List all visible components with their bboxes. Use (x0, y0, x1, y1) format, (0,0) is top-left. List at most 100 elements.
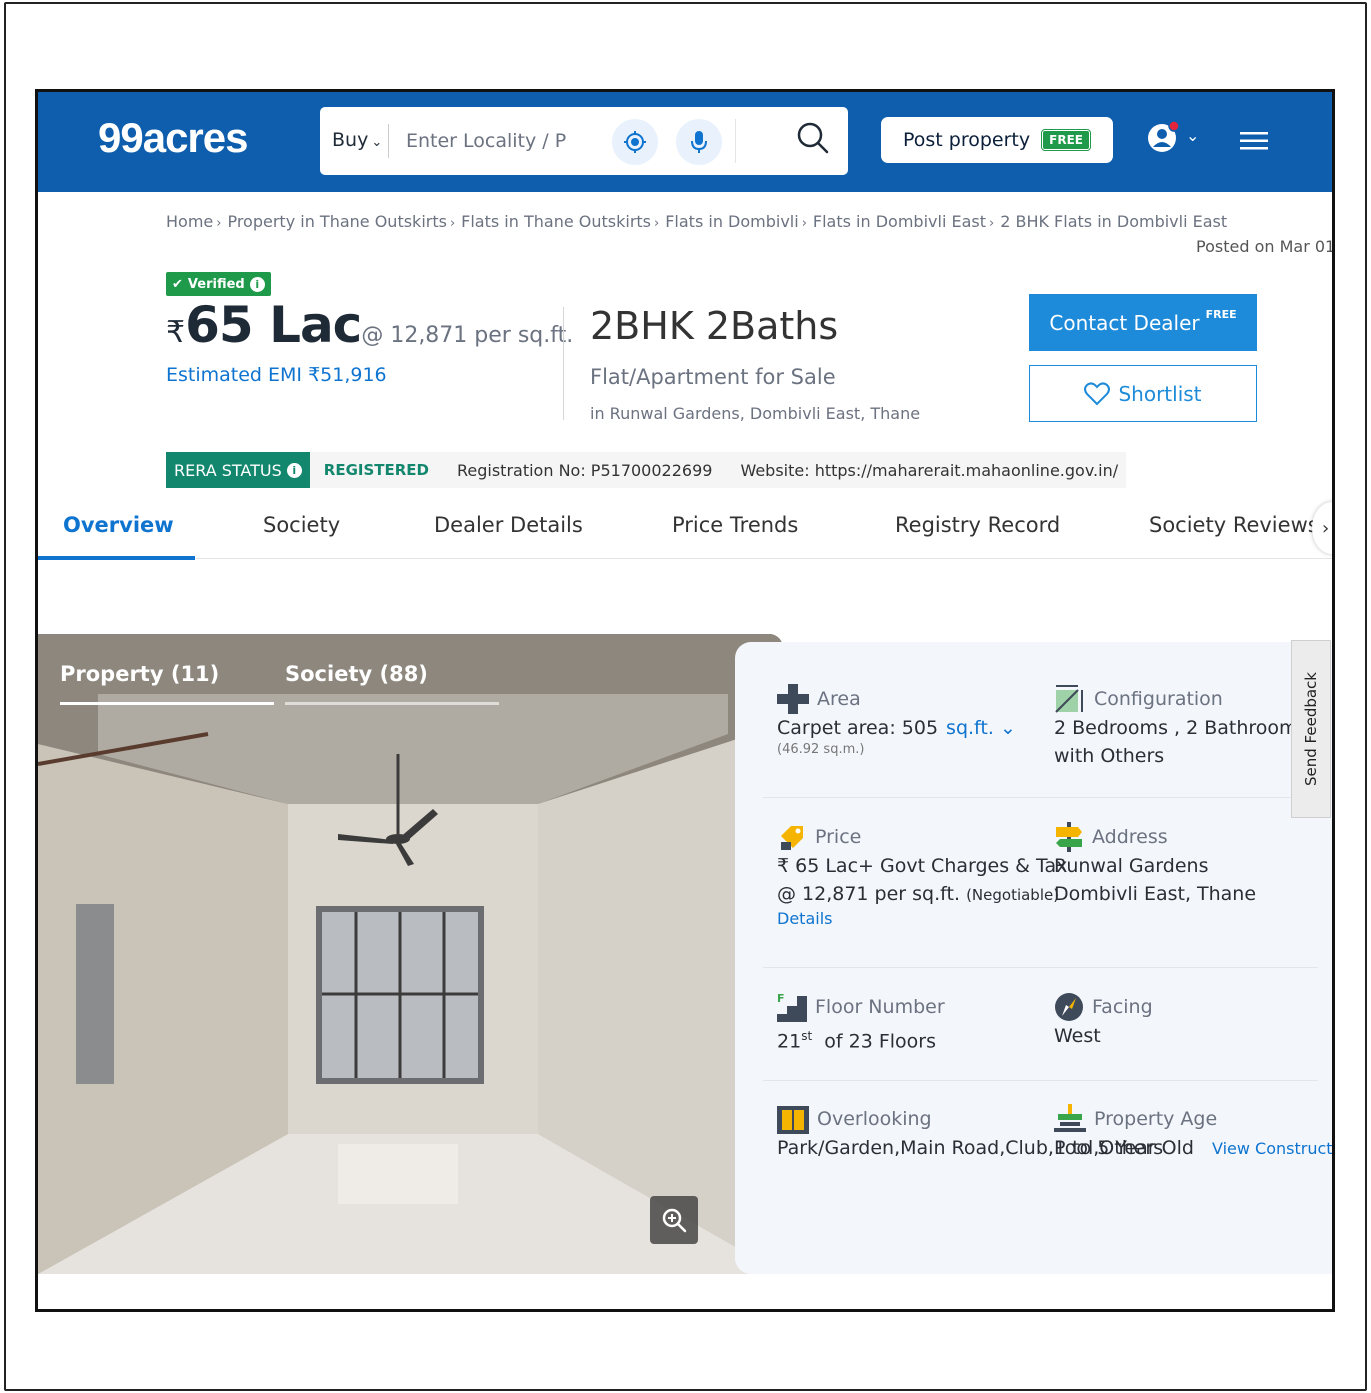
floor-value: 21st of 23 Floors (777, 1022, 945, 1055)
property-age-value: 1 to 5 Year Old View Construction (1054, 1134, 1332, 1163)
divider (388, 124, 389, 158)
signpost-icon (1056, 822, 1082, 852)
breadcrumb-flats-dombivli-east[interactable]: Flats in Dombivli East (813, 212, 986, 231)
active-tab-indicator (38, 556, 195, 560)
site-logo[interactable]: 99acres (98, 114, 248, 162)
breadcrumb-flats-thane-outskirts[interactable]: Flats in Thane Outskirts (461, 212, 651, 231)
unit-label: sq.ft. (946, 717, 994, 739)
rupee-symbol: ₹ (166, 315, 186, 350)
address-line1: Runwal Gardens (1054, 855, 1209, 877)
negotiable-note: (Negotiable) (966, 886, 1060, 904)
address-label-text: Address (1092, 826, 1168, 848)
info-icon[interactable]: i (249, 276, 265, 292)
listing-location: in Runwal Gardens, Dombivli East, Thane (590, 404, 921, 423)
price-label: Price (777, 822, 1067, 852)
address-line2: Dombivli East, Thane (1054, 883, 1257, 905)
unit-selector[interactable]: sq.ft. ⌄ (946, 717, 1016, 739)
buy-dropdown[interactable]: Buy ⌄ (332, 129, 382, 151)
facing-value: West (1054, 1025, 1101, 1047)
floor-label: F Floor Number (777, 992, 945, 1022)
area-icon (777, 684, 809, 714)
send-feedback-label: Send Feedback (1302, 672, 1321, 786)
breadcrumb-property-thane-outskirts[interactable]: Property in Thane Outskirts (227, 212, 447, 231)
view-construction-link[interactable]: View Construction (1212, 1139, 1332, 1158)
breadcrumb-flats-dombivli[interactable]: Flats in Dombivli (665, 212, 798, 231)
listing-title: 2BHK 2Baths (590, 304, 839, 348)
configuration-label: Configuration (1054, 684, 1307, 714)
chevron-down-icon: ⌄ (371, 135, 383, 150)
send-feedback-tab[interactable]: Send Feedback (1291, 640, 1331, 818)
address-label: Address (1054, 822, 1256, 852)
gallery-tab-property[interactable]: Property (11) (60, 662, 219, 686)
area-cell: Area Carpet area: 505 sq.ft. ⌄ (46.92 sq.… (777, 684, 1016, 757)
price-rate: @ 12,871 per sq.ft. (777, 883, 961, 905)
tab-society-reviews[interactable]: Society Reviews (1149, 513, 1319, 537)
tabs-next-button[interactable]: › (1312, 502, 1332, 554)
tab-dealer-details[interactable]: Dealer Details (434, 513, 583, 537)
tab-registry-record[interactable]: Registry Record (895, 513, 1060, 537)
post-property-button[interactable]: Post property FREE (881, 117, 1113, 163)
hamburger-menu-button[interactable] (1240, 130, 1270, 156)
price-line1: ₹ 65 Lac+ Govt Charges & Tax (777, 855, 1068, 877)
chevron-down-icon[interactable]: ⌄ (1186, 126, 1199, 145)
info-icon[interactable]: i (286, 462, 302, 478)
post-property-label: Post property (903, 129, 1031, 151)
locate-me-button[interactable] (612, 119, 658, 165)
price-per-sqft: @ 12,871 per sq.ft. (361, 323, 574, 348)
chevron-down-icon: ⌄ (999, 717, 1016, 739)
gallery-tab-underline (285, 702, 499, 705)
facing-label-text: Facing (1092, 996, 1153, 1018)
verified-badge: ✔ Verified i (166, 272, 271, 296)
breadcrumb-home[interactable]: Home (166, 212, 213, 231)
shortlist-button[interactable]: Shortlist (1029, 365, 1257, 422)
gallery-tab-society[interactable]: Society (88) (285, 662, 428, 686)
rera-website[interactable]: Website: https://maharerait.mahaonline.g… (726, 461, 1132, 480)
heart-icon (1084, 381, 1111, 405)
photo-gallery[interactable]: Property (11) Society (88) (38, 634, 783, 1274)
tab-overview[interactable]: Overview (63, 513, 174, 537)
zoom-button[interactable] (650, 1196, 698, 1244)
voice-search-button[interactable] (676, 119, 722, 165)
rera-bar: RERA STATUS i REGISTERED Registration No… (166, 452, 1126, 488)
listing-type: Flat/Apartment for Sale (590, 365, 836, 389)
floor-total: of 23 Floors (824, 1030, 936, 1053)
search-icon (797, 122, 829, 154)
compass-icon (1055, 993, 1083, 1021)
contact-dealer-label: Contact Dealer (1049, 310, 1200, 335)
facing-label: Facing (1054, 992, 1153, 1022)
shortlist-label: Shortlist (1118, 381, 1202, 406)
property-details-card: Area Carpet area: 505 sq.ft. ⌄ (46.92 sq.… (735, 642, 1332, 1274)
property-age-label: Property Age (1054, 1104, 1332, 1134)
details-row: F Floor Number 21st of 23 Floors Facing … (763, 968, 1318, 1081)
floor-number-icon: F (777, 992, 807, 1022)
tab-price-trends[interactable]: Price Trends (672, 513, 798, 537)
free-superscript: FREE (1205, 308, 1237, 321)
floor-number: 21 (777, 1030, 802, 1053)
active-gallery-tab-indicator (60, 702, 274, 705)
breadcrumb-2bhk-dombivli-east[interactable]: 2 BHK Flats in Dombivli East (1000, 212, 1227, 231)
rera-status-tag: RERA STATUS i (166, 452, 310, 488)
listing-price: ₹65 Lac@ 12,871 per sq.ft. (166, 296, 573, 354)
buy-label: Buy (332, 129, 369, 151)
area-value: Carpet area: 505 sq.ft. ⌄ (777, 714, 1016, 742)
configuration-label-text: Configuration (1094, 688, 1223, 710)
property-age-cell: Property Age 1 to 5 Year Old View Constr… (1054, 1104, 1332, 1163)
area-label-text: Area (817, 688, 861, 710)
user-account-button[interactable] (1146, 120, 1182, 158)
floor-label-text: Floor Number (815, 996, 945, 1018)
contact-dealer-button[interactable]: Contact Dealer FREE (1029, 294, 1257, 351)
price-details-link[interactable]: Details (777, 909, 1067, 928)
price-amount: 65 Lac (185, 296, 362, 354)
search-button[interactable] (796, 121, 830, 159)
rera-status-label: RERA STATUS (174, 460, 282, 480)
room-photo (38, 634, 783, 1274)
estimated-emi-link[interactable]: Estimated EMI ₹51,916 (166, 364, 387, 386)
tab-society[interactable]: Society (263, 513, 340, 537)
window-view-icon (777, 1106, 809, 1134)
building-age-icon (1054, 1104, 1086, 1132)
free-badge: FREE (1042, 130, 1090, 150)
locality-search-input[interactable] (406, 125, 586, 157)
svg-text:F: F (777, 992, 785, 1005)
divider (735, 119, 736, 163)
top-header: 99acres Buy ⌄ Enter Locality / P Post pr… (38, 92, 1332, 192)
